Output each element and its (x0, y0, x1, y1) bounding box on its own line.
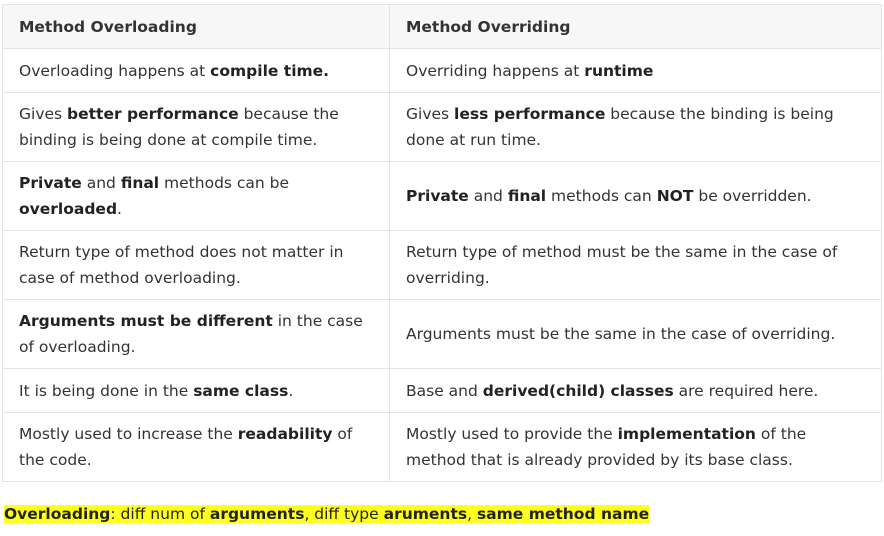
overloading-cell: Mostly used to increase the readability … (2, 412, 390, 482)
note-highlight: Overloading: diff num of arguments, diff… (4, 505, 650, 523)
table-row: Mostly used to increase the readability … (2, 412, 882, 482)
overriding-cell: Overriding happens at runtime (389, 48, 882, 93)
overriding-cell: Arguments must be the same in the case o… (389, 299, 882, 369)
table-row: Gives better performance because the bin… (2, 92, 882, 162)
header-method-overloading: Method Overloading (2, 4, 390, 49)
table-row: Return type of method does not matter in… (2, 230, 882, 300)
overloading-note: Overloading: diff num of arguments, diff… (4, 501, 650, 527)
overriding-cell: Private and final methods can NOT be ove… (389, 161, 882, 231)
overloading-cell: It is being done in the same class. (2, 368, 390, 413)
table-row: Arguments must be different in the case … (2, 299, 882, 369)
table-row: Overloading happens at compile time. Ove… (2, 48, 882, 93)
overloading-cell: Private and final methods can be overloa… (2, 161, 390, 231)
table-row: It is being done in the same class. Base… (2, 368, 882, 413)
overloading-cell: Overloading happens at compile time. (2, 48, 390, 93)
overriding-cell: Gives less performance because the bindi… (389, 92, 882, 162)
overloading-cell: Gives better performance because the bin… (2, 92, 390, 162)
comparison-table: Method Overloading Method Overriding Ove… (2, 4, 882, 482)
overriding-cell: Return type of method must be the same i… (389, 230, 882, 300)
header-method-overriding: Method Overriding (389, 4, 882, 49)
table-header-row: Method Overloading Method Overriding (2, 4, 882, 49)
table-row: Private and final methods can be overloa… (2, 161, 882, 231)
overriding-cell: Mostly used to provide the implementatio… (389, 412, 882, 482)
overriding-cell: Base and derived(child) classes are requ… (389, 368, 882, 413)
overloading-cell: Arguments must be different in the case … (2, 299, 390, 369)
overloading-cell: Return type of method does not matter in… (2, 230, 390, 300)
